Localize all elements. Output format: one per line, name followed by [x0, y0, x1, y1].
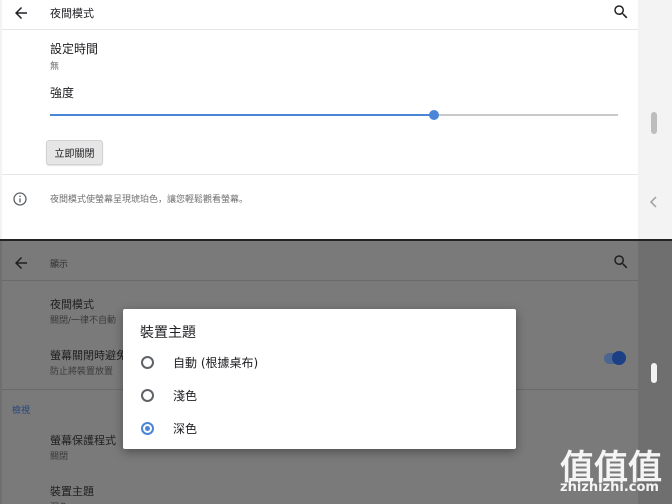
option-label: 深色: [173, 422, 198, 436]
item-label: 裝置主題: [50, 485, 94, 498]
item-summary: 關閉/一律不自動: [50, 316, 117, 326]
radio-button-dark-selected[interactable]: [141, 422, 154, 435]
back-arrow-icon[interactable]: [12, 254, 30, 272]
info-icon: [12, 191, 28, 207]
search-icon[interactable]: [612, 3, 630, 21]
search-icon[interactable]: [612, 253, 630, 271]
section-header-view: 檢視: [12, 406, 31, 416]
back-arrow-icon[interactable]: [12, 4, 30, 22]
page-title: 顯示: [50, 260, 69, 270]
device-theme-dialog: 裝置主題 自動 (根據桌布) 淺色 深色: [123, 309, 516, 449]
item-label: 夜間模式: [50, 298, 94, 311]
theme-option-light[interactable]: 淺色: [141, 386, 501, 406]
schedule-value: 無: [50, 62, 60, 72]
settings-item-night-mode[interactable]: 夜間模式 關閉/一律不自動: [50, 296, 116, 326]
watermark-url: zhizhizhi.com: [560, 480, 659, 495]
header-divider: [2, 280, 638, 281]
radio-button-light[interactable]: [141, 389, 154, 402]
radio-button-auto[interactable]: [141, 356, 154, 369]
item-summary: 深色: [50, 500, 94, 504]
item-summary: 關閉: [50, 452, 69, 462]
page-title: 夜間模式: [50, 7, 94, 20]
intensity-slider-track[interactable]: [434, 114, 618, 116]
schedule-label: 設定時間: [50, 42, 99, 56]
info-description: 夜間模式使螢幕呈現琥珀色，讓您輕鬆觀看螢幕。: [50, 195, 249, 205]
item-summary: 防止將裝置放置: [50, 367, 114, 377]
item-label: 螢幕保護程式: [50, 434, 116, 447]
settings-item-screensaver[interactable]: 螢幕保護程式 關閉: [50, 432, 116, 462]
item-label: 螢幕關閉時避免: [50, 349, 127, 362]
section-divider: [2, 174, 638, 175]
intensity-slider-track-active[interactable]: [50, 114, 434, 116]
toggle-switch-thumb[interactable]: [612, 351, 626, 365]
dialog-title: 裝置主題: [140, 325, 196, 341]
header-divider: [2, 29, 638, 30]
schedule-setting[interactable]: 設定時間 無: [50, 40, 98, 72]
settings-item-device-theme[interactable]: 裝置主題 深色: [50, 483, 94, 504]
intensity-label: 強度: [50, 86, 75, 100]
intensity-slider-thumb[interactable]: [429, 110, 439, 120]
night-mode-settings-screen: 夜間模式 設定時間 無 強度 立即關閉 夜間模式使螢幕呈現琥珀色，讓您輕鬆觀看螢…: [0, 0, 672, 239]
theme-option-auto[interactable]: 自動 (根據桌布): [141, 353, 501, 373]
option-label: 自動 (根據桌布): [173, 356, 259, 370]
turn-off-now-button[interactable]: 立即關閉: [46, 140, 103, 165]
scrollbar-thumb[interactable]: [651, 363, 657, 383]
settings-item-screen-off-guard[interactable]: 螢幕關閉時避免 防止將裝置放置: [50, 347, 127, 377]
theme-option-dark[interactable]: 深色: [141, 419, 501, 439]
scrollbar-thumb[interactable]: [651, 112, 657, 134]
chevron-left-icon[interactable]: [648, 195, 660, 209]
option-label: 淺色: [173, 389, 198, 403]
